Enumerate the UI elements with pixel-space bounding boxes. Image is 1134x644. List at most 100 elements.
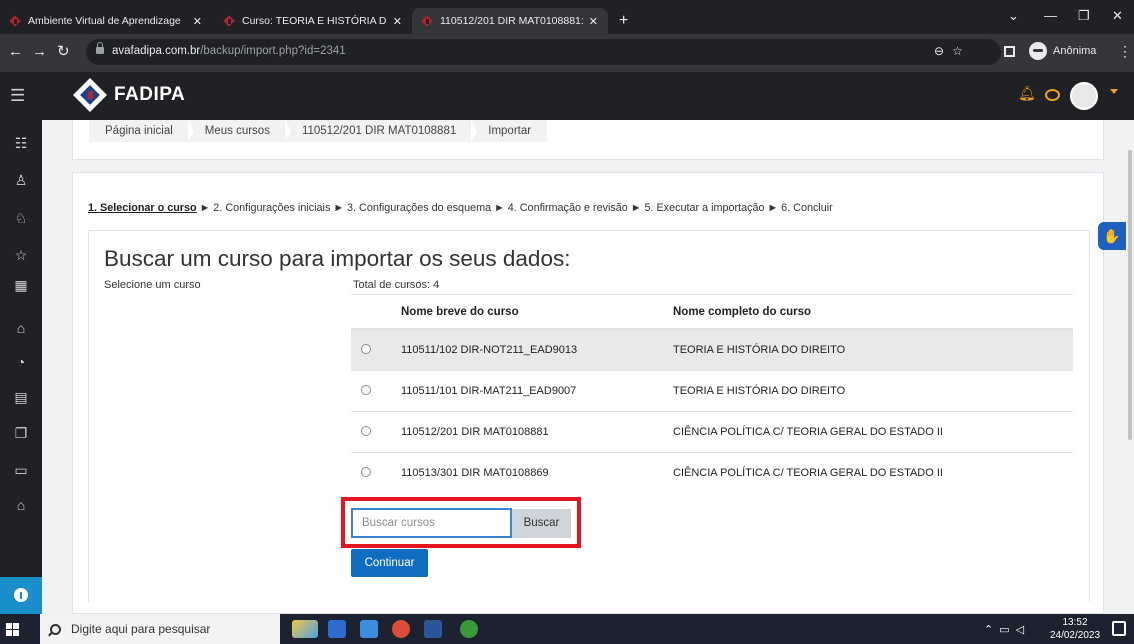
- close-tab-icon[interactable]: ✕: [393, 15, 402, 28]
- close-tab-icon[interactable]: ✕: [589, 15, 598, 28]
- table-row[interactable]: 110511/101 DIR-MAT211_EAD9007 TEORIA E H…: [351, 371, 1073, 412]
- file-explorer-icon[interactable]: [328, 620, 346, 638]
- taskbar-search-placeholder: Digite aqui para pesquisar: [71, 622, 211, 636]
- table-row[interactable]: 110511/102 DIR-NOT211_EAD9013 TEORIA E H…: [351, 330, 1073, 371]
- address-bar[interactable]: avafadipa.com.br/backup/import.php?id=23…: [86, 39, 1001, 65]
- windows-start-icon[interactable]: [6, 623, 19, 636]
- drawer-toggle-icon[interactable]: ☰: [10, 86, 25, 106]
- course-full-name: CIÊNCIA POLÍTICA C/ TEORIA GERAL DO ESTA…: [673, 467, 943, 479]
- breadcrumb-my-courses[interactable]: Meus cursos: [189, 120, 292, 142]
- close-window-icon[interactable]: ✕: [1112, 8, 1123, 24]
- search-button[interactable]: Buscar: [512, 509, 571, 538]
- badges-icon[interactable]: ♘: [11, 208, 31, 228]
- search-courses-input[interactable]: [351, 508, 512, 538]
- current-step: 1. Selecionar o curso: [88, 202, 197, 214]
- chevron-up-icon: ⌃: [984, 624, 1000, 636]
- accessibility-icon: [14, 588, 28, 602]
- app-icon[interactable]: [460, 620, 478, 638]
- zoom-icon[interactable]: ⊖: [934, 44, 952, 58]
- browser-tab-3-active[interactable]: 110512/201 DIR MAT0108881: Im ✕: [412, 8, 608, 34]
- forward-icon[interactable]: →: [32, 44, 47, 59]
- user-avatar[interactable]: [1070, 82, 1098, 110]
- site-logo[interactable]: FADIPA: [73, 78, 185, 112]
- taskbar-search[interactable]: Digite aqui para pesquisar: [40, 614, 280, 644]
- minimize-icon[interactable]: —: [1044, 8, 1057, 23]
- logo-text: FADIPA: [114, 84, 186, 105]
- browser-tab-2[interactable]: Curso: TEORIA E HISTÓRIA DO DI ✕: [214, 8, 412, 34]
- course-radio[interactable]: [361, 467, 371, 477]
- tab-search-chevron-icon[interactable]: ⌄: [1008, 8, 1019, 24]
- course-radio[interactable]: [361, 426, 371, 436]
- course-short-name: 110513/301 DIR MAT0108869: [401, 467, 549, 479]
- messages-icon[interactable]: [1045, 89, 1060, 101]
- profile-chip[interactable]: Anônima: [1004, 39, 1096, 63]
- course-short-name: 110511/102 DIR-NOT211_EAD9013: [401, 344, 578, 356]
- list-icon[interactable]: ☷: [11, 133, 31, 153]
- course-table: Nome breve do curso Nome completo do cur…: [351, 294, 1073, 494]
- taskbar-clock[interactable]: 13:52 24/02/2023: [1046, 616, 1104, 642]
- browser-tab-1[interactable]: Ambiente Virtual de Aprendizage ✕: [0, 8, 212, 34]
- url-text: avafadipa.com.br/backup/import.php?id=23…: [112, 45, 346, 57]
- col-header-full-name: Nome completo do curso: [673, 306, 812, 318]
- grades-icon[interactable]: ▦: [11, 275, 31, 295]
- competencies-star-icon[interactable]: ☆: [11, 245, 31, 265]
- notifications-bell-icon[interactable]: 🔔︎: [1018, 85, 1036, 102]
- bookmark-star-icon[interactable]: ☆: [952, 44, 971, 58]
- course-radio[interactable]: [361, 344, 371, 354]
- calendar-icon[interactable]: ▤: [11, 387, 31, 407]
- reload-icon[interactable]: ↻: [57, 44, 70, 59]
- course-full-name: TEORIA E HISTÓRIA DO DIREITO: [673, 385, 846, 397]
- clock-time: 13:52: [1062, 617, 1088, 628]
- content-bank-icon[interactable]: ▭: [11, 460, 31, 480]
- notification-center-icon[interactable]: [1112, 621, 1126, 636]
- chrome-icon[interactable]: [392, 620, 410, 638]
- windows-taskbar: Digite aqui para pesquisar ⌃▭◁ 13:52 24/…: [0, 614, 1134, 644]
- accessibility-button[interactable]: [0, 577, 42, 614]
- user-menu-caret-icon[interactable]: [1110, 89, 1118, 94]
- system-tray[interactable]: ⌃▭◁: [984, 623, 1030, 636]
- profile-label: Anônima: [1053, 45, 1097, 57]
- breadcrumb-import[interactable]: Importar: [472, 120, 547, 142]
- word-icon[interactable]: [424, 620, 442, 638]
- breadcrumb: Página inicial Meus cursos 110512/201 DI…: [89, 120, 548, 142]
- breadcrumb-home[interactable]: Página inicial: [89, 120, 194, 142]
- my-courses-icon[interactable]: ⌂: [11, 495, 31, 515]
- clock-date: 24/02/2023: [1049, 630, 1101, 641]
- breadcrumb-course[interactable]: 110512/201 DIR MAT0108881: [286, 120, 478, 142]
- restore-icon[interactable]: ❐: [1078, 8, 1090, 24]
- search-icon: [50, 623, 61, 635]
- private-files-icon[interactable]: ❐: [11, 423, 31, 443]
- volume-icon: ◁: [1015, 624, 1031, 636]
- edge-icon[interactable]: [360, 620, 378, 638]
- table-row[interactable]: 110513/301 DIR MAT0108869 CIÊNCIA POLÍTI…: [351, 453, 1073, 494]
- course-full-name: TEORIA E HISTÓRIA DO DIREITO: [673, 344, 846, 356]
- widgets-icon[interactable]: [292, 620, 318, 638]
- continue-button[interactable]: Continuar: [351, 549, 428, 577]
- col-header-short-name: Nome breve do curso: [401, 306, 519, 318]
- remaining-steps: ► 2. Configurações iniciais ► 3. Configu…: [196, 202, 833, 214]
- nav-drawer: ☷ ♙ ♘ ☆ ▦ ⌂ ◔ ▤ ❐ ▭ ⌂: [0, 120, 42, 614]
- table-row[interactable]: 110512/201 DIR MAT0108881 CIÊNCIA POLÍTI…: [351, 412, 1073, 453]
- vlibras-hand-icon[interactable]: ✋: [1098, 222, 1126, 250]
- tab-title: Curso: TEORIA E HISTÓRIA DO DI: [242, 15, 387, 27]
- home-icon[interactable]: ⌂: [11, 318, 31, 338]
- dashboard-icon[interactable]: ◔: [11, 352, 31, 372]
- fadipa-logo-icon: [73, 78, 107, 112]
- browser-toolbar: ← → ↻ avafadipa.com.br/backup/import.php…: [0, 34, 1134, 72]
- participants-icon[interactable]: ♙: [11, 170, 31, 190]
- side-panel-icon[interactable]: [1004, 45, 1015, 57]
- course-short-name: 110511/101 DIR-MAT211_EAD9007: [401, 385, 577, 397]
- site-favicon-icon: [10, 16, 21, 27]
- scrollbar-thumb[interactable]: [1128, 150, 1132, 440]
- site-navbar: ☰ FADIPA 🔔︎: [0, 72, 1134, 120]
- import-steps: 1. Selecionar o curso ► 2. Configurações…: [88, 202, 833, 214]
- back-icon[interactable]: ←: [8, 44, 23, 59]
- close-tab-icon[interactable]: ✕: [193, 15, 202, 28]
- browser-menu-icon[interactable]: ⋮: [1118, 43, 1132, 60]
- course-short-name: 110512/201 DIR MAT0108881: [401, 426, 549, 438]
- new-tab-icon[interactable]: +: [619, 13, 628, 29]
- course-radio[interactable]: [361, 385, 371, 395]
- incognito-icon: [1029, 42, 1047, 60]
- site-favicon-icon: [422, 16, 433, 27]
- lock-icon: [96, 42, 104, 54]
